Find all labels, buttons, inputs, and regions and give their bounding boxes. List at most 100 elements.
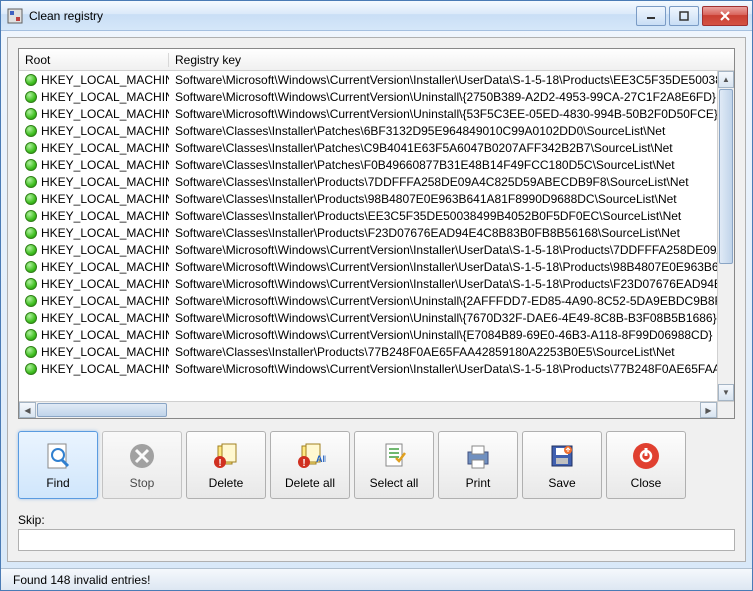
row-root: HKEY_LOCAL_MACHINE: [41, 209, 169, 223]
row-key: Software\Classes\Installer\Products\98B4…: [169, 192, 717, 206]
row-key: Software\Microsoft\Windows\CurrentVersio…: [169, 311, 717, 325]
rows-container: HKEY_LOCAL_MACHINESoftware\Microsoft\Win…: [19, 71, 717, 377]
row-key: Software\Classes\Installer\Products\77B2…: [169, 345, 717, 359]
table-row[interactable]: HKEY_LOCAL_MACHINESoftware\Classes\Insta…: [19, 190, 717, 207]
scroll-up-arrow[interactable]: ▲: [718, 71, 734, 88]
table-row[interactable]: HKEY_LOCAL_MACHINESoftware\Microsoft\Win…: [19, 360, 717, 377]
status-dot-icon: [25, 176, 37, 188]
status-dot-icon: [25, 329, 37, 341]
table-row[interactable]: HKEY_LOCAL_MACHINESoftware\Classes\Insta…: [19, 207, 717, 224]
table-row[interactable]: HKEY_LOCAL_MACHINESoftware\Microsoft\Win…: [19, 258, 717, 275]
maximize-button[interactable]: [669, 6, 699, 26]
svg-text:!: !: [218, 458, 221, 469]
svg-text:All: All: [316, 454, 326, 464]
scroll-right-arrow[interactable]: ▶: [700, 402, 717, 418]
row-root: HKEY_LOCAL_MACHINE: [41, 107, 169, 121]
table-row[interactable]: HKEY_LOCAL_MACHINESoftware\Classes\Insta…: [19, 343, 717, 360]
scroll-corner: [717, 401, 734, 418]
scroll-left-arrow[interactable]: ◀: [19, 402, 36, 418]
row-key: Software\Microsoft\Windows\CurrentVersio…: [169, 260, 717, 274]
row-key: Software\Microsoft\Windows\CurrentVersio…: [169, 277, 717, 291]
delete-all-label: Delete all: [285, 476, 335, 490]
table-row[interactable]: HKEY_LOCAL_MACHINESoftware\Microsoft\Win…: [19, 241, 717, 258]
list-header: Root Registry key: [19, 49, 734, 71]
status-dot-icon: [25, 108, 37, 120]
print-button[interactable]: Print: [438, 431, 518, 499]
row-key: Software\Microsoft\Windows\CurrentVersio…: [169, 90, 717, 104]
table-row[interactable]: HKEY_LOCAL_MACHINESoftware\Classes\Insta…: [19, 173, 717, 190]
row-root: HKEY_LOCAL_MACHINE: [41, 226, 169, 240]
row-key: Software\Classes\Installer\Products\F23D…: [169, 226, 717, 240]
status-dot-icon: [25, 210, 37, 222]
row-root: HKEY_LOCAL_MACHINE: [41, 90, 169, 104]
vscroll-track[interactable]: [718, 265, 734, 384]
vertical-scrollbar[interactable]: ▲ ▼: [717, 71, 734, 401]
horizontal-scrollbar[interactable]: ◀ ▶: [19, 401, 717, 418]
status-dot-icon: [25, 74, 37, 86]
titlebar[interactable]: Clean registry: [1, 1, 752, 31]
row-key: Software\Microsoft\Windows\CurrentVersio…: [169, 243, 717, 257]
skip-section: Skip:: [18, 513, 735, 551]
hscroll-thumb[interactable]: [37, 403, 167, 417]
row-key: Software\Microsoft\Windows\CurrentVersio…: [169, 294, 717, 308]
window-controls: [636, 6, 748, 26]
scroll-down-arrow[interactable]: ▼: [718, 384, 734, 401]
window-frame: Clean registry Root Registry key HKEY_LO…: [0, 0, 753, 591]
find-icon: [42, 440, 74, 472]
print-label: Print: [466, 476, 491, 490]
table-row[interactable]: HKEY_LOCAL_MACHINESoftware\Microsoft\Win…: [19, 326, 717, 343]
row-key: Software\Classes\Installer\Products\EE3C…: [169, 209, 717, 223]
table-row[interactable]: HKEY_LOCAL_MACHINESoftware\Classes\Insta…: [19, 156, 717, 173]
table-row[interactable]: HKEY_LOCAL_MACHINESoftware\Microsoft\Win…: [19, 105, 717, 122]
row-root: HKEY_LOCAL_MACHINE: [41, 345, 169, 359]
find-button[interactable]: Find: [18, 431, 98, 499]
stop-icon: [126, 440, 158, 472]
row-key: Software\Microsoft\Windows\CurrentVersio…: [169, 73, 717, 87]
print-icon: [462, 440, 494, 472]
row-root: HKEY_LOCAL_MACHINE: [41, 124, 169, 138]
row-root: HKEY_LOCAL_MACHINE: [41, 243, 169, 257]
select-all-label: Select all: [370, 476, 419, 490]
svg-text:!: !: [302, 458, 305, 469]
status-dot-icon: [25, 312, 37, 324]
table-row[interactable]: HKEY_LOCAL_MACHINESoftware\Classes\Insta…: [19, 122, 717, 139]
vscroll-thumb[interactable]: [719, 89, 733, 264]
app-icon: [7, 8, 23, 24]
row-key: Software\Classes\Installer\Patches\6BF31…: [169, 124, 717, 138]
row-root: HKEY_LOCAL_MACHINE: [41, 277, 169, 291]
table-row[interactable]: HKEY_LOCAL_MACHINESoftware\Microsoft\Win…: [19, 71, 717, 88]
row-key: Software\Microsoft\Windows\CurrentVersio…: [169, 362, 717, 376]
select-all-button[interactable]: Select all: [354, 431, 434, 499]
row-root: HKEY_LOCAL_MACHINE: [41, 158, 169, 172]
close-window-button[interactable]: [702, 6, 748, 26]
window-title: Clean registry: [29, 9, 636, 23]
save-button[interactable]: Save: [522, 431, 602, 499]
table-row[interactable]: HKEY_LOCAL_MACHINESoftware\Microsoft\Win…: [19, 309, 717, 326]
delete-all-icon: ! All: [294, 440, 326, 472]
delete-button[interactable]: ! Delete: [186, 431, 266, 499]
table-row[interactable]: HKEY_LOCAL_MACHINESoftware\Classes\Insta…: [19, 139, 717, 156]
status-dot-icon: [25, 346, 37, 358]
row-key: Software\Classes\Installer\Products\7DDF…: [169, 175, 717, 189]
table-row[interactable]: HKEY_LOCAL_MACHINESoftware\Classes\Insta…: [19, 224, 717, 241]
status-dot-icon: [25, 278, 37, 290]
status-dot-icon: [25, 193, 37, 205]
close-button[interactable]: Close: [606, 431, 686, 499]
skip-input[interactable]: [18, 529, 735, 551]
row-key: Software\Classes\Installer\Patches\C9B40…: [169, 141, 717, 155]
row-root: HKEY_LOCAL_MACHINE: [41, 294, 169, 308]
row-root: HKEY_LOCAL_MACHINE: [41, 192, 169, 206]
table-row[interactable]: HKEY_LOCAL_MACHINESoftware\Microsoft\Win…: [19, 292, 717, 309]
close-icon: [630, 440, 662, 472]
minimize-button[interactable]: [636, 6, 666, 26]
table-row[interactable]: HKEY_LOCAL_MACHINESoftware\Microsoft\Win…: [19, 275, 717, 292]
hscroll-track[interactable]: [36, 402, 700, 418]
column-header-key[interactable]: Registry key: [169, 53, 734, 67]
table-row[interactable]: HKEY_LOCAL_MACHINESoftware\Microsoft\Win…: [19, 88, 717, 105]
content-area: Root Registry key HKEY_LOCAL_MACHINESoft…: [7, 37, 746, 562]
delete-icon: !: [210, 440, 242, 472]
delete-all-button[interactable]: ! All Delete all: [270, 431, 350, 499]
stop-label: Stop: [130, 476, 155, 490]
column-header-root[interactable]: Root: [19, 53, 169, 67]
row-root: HKEY_LOCAL_MACHINE: [41, 362, 169, 376]
